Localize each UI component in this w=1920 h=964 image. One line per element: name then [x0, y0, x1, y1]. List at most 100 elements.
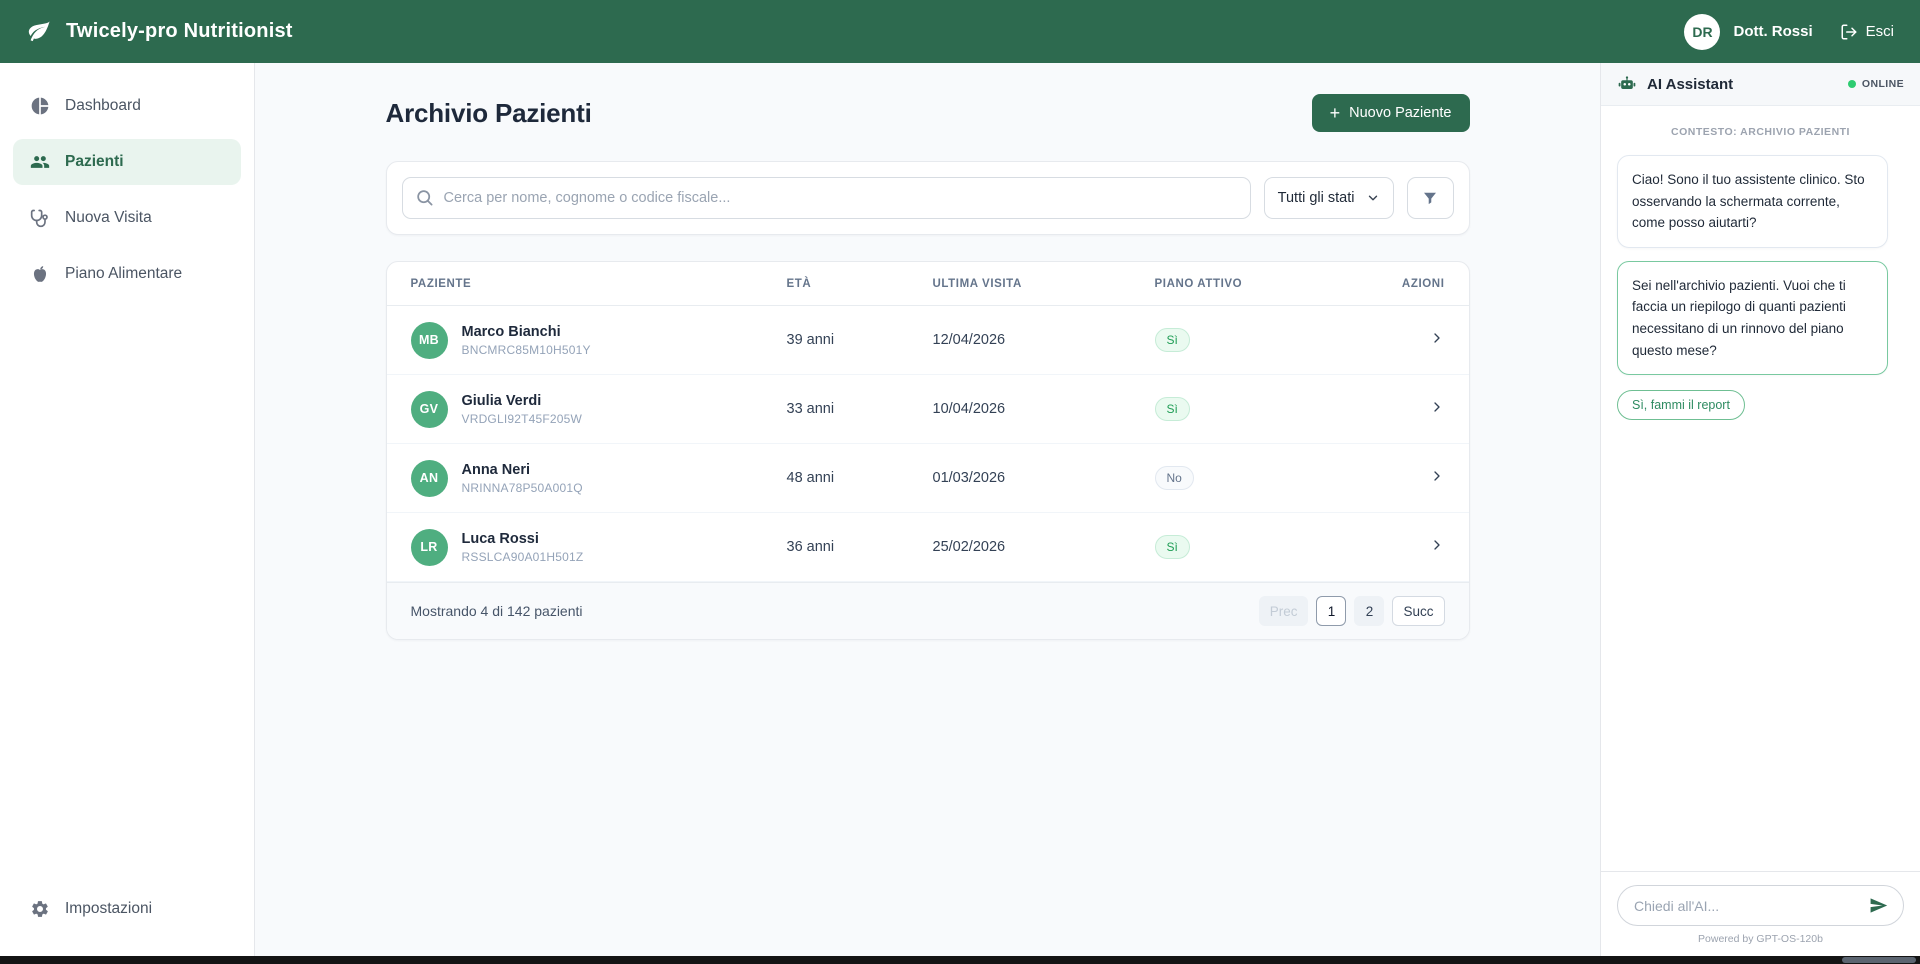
patient-name: Anna Neri	[462, 462, 583, 478]
logout-button[interactable]: Esci	[1840, 23, 1894, 41]
page-button-2[interactable]: 2	[1354, 596, 1384, 626]
table-header: PAZIENTE ETÀ ULTIMA VISITA PIANO ATTIVO …	[387, 262, 1469, 306]
leaf-icon	[26, 18, 53, 45]
table-rows: MB Marco Bianchi BNCMRC85M10H501Y 39 ann…	[387, 306, 1469, 582]
patient-fiscal-code: RSSLCA90A01H501Z	[462, 550, 584, 564]
page-title: Archivio Pazienti	[386, 98, 592, 129]
table-row[interactable]: MB Marco Bianchi BNCMRC85M10H501Y 39 ann…	[387, 306, 1469, 375]
patient-fiscal-code: NRINNA78P50A001Q	[462, 481, 583, 495]
patient-last-visit: 10/04/2026	[933, 401, 1155, 417]
sidebar-item-label: Pazienti	[65, 153, 124, 171]
new-patient-button[interactable]: + Nuovo Paziente	[1312, 94, 1470, 132]
sidebar-item-piano-alimentare[interactable]: Piano Alimentare	[13, 251, 241, 297]
scrollbar-thumb[interactable]	[1842, 957, 1916, 963]
chevron-right-icon	[1429, 333, 1445, 350]
row-action[interactable]	[1335, 399, 1445, 420]
col-header-azioni: AZIONI	[1335, 278, 1445, 290]
page-button-1[interactable]: 1	[1316, 596, 1346, 626]
ai-assistant-panel: AI Assistant ONLINE CONTESTO: ARCHIVIO P…	[1600, 63, 1920, 956]
ai-input-area: Powered by GPT-OS-120b	[1601, 871, 1920, 956]
brand-title: Twicely-pro Nutritionist	[66, 20, 293, 43]
col-header-ultima-visita: ULTIMA VISITA	[933, 278, 1155, 290]
page-button-succ[interactable]: Succ	[1392, 596, 1444, 626]
patients-table: PAZIENTE ETÀ ULTIMA VISITA PIANO ATTIVO …	[386, 261, 1470, 640]
sidebar-spacer	[13, 307, 241, 886]
plan-active-badge: Sì	[1155, 535, 1190, 559]
patient-age: 48 anni	[787, 470, 933, 486]
logout-label: Esci	[1866, 23, 1894, 40]
sidebar-item-label: Impostazioni	[65, 900, 152, 918]
app-root: Twicely-pro Nutritionist DR Dott. Rossi …	[0, 0, 1920, 964]
search-box	[402, 177, 1251, 219]
pie-chart-icon	[30, 96, 50, 116]
stethoscope-icon	[30, 208, 50, 228]
col-header-piano-attivo: PIANO ATTIVO	[1155, 278, 1335, 290]
users-icon	[30, 152, 50, 172]
sidebar-item-nuova-visita[interactable]: Nuova Visita	[13, 195, 241, 241]
ai-title-group: AI Assistant	[1617, 74, 1733, 94]
table-row[interactable]: GV Giulia Verdi VRDGLI92T45F205W 33 anni…	[387, 375, 1469, 444]
results-summary: Mostrando 4 di 142 pazienti	[411, 603, 583, 619]
online-label: ONLINE	[1862, 78, 1904, 90]
patient-avatar: MB	[411, 322, 448, 359]
plan-active-badge: Sì	[1155, 397, 1190, 421]
send-icon[interactable]	[1869, 896, 1888, 915]
search-input[interactable]	[402, 177, 1251, 219]
sidebar-item-pazienti[interactable]: Pazienti	[13, 139, 241, 185]
topbar: Twicely-pro Nutritionist DR Dott. Rossi …	[0, 0, 1920, 63]
ai-chat-input[interactable]	[1617, 885, 1904, 926]
ai-title: AI Assistant	[1647, 76, 1733, 93]
plus-icon: +	[1330, 104, 1341, 122]
ai-context-label: CONTESTO: ARCHIVIO PAZIENTI	[1617, 126, 1904, 138]
chevron-down-icon	[1366, 191, 1380, 205]
patient-cell: LR Luca Rossi RSSLCA90A01H501Z	[411, 529, 787, 566]
patient-fiscal-code: VRDGLI92T45F205W	[462, 412, 583, 426]
sidebar-item-impostazioni[interactable]: Impostazioni	[13, 886, 241, 932]
col-header-eta: ETÀ	[787, 278, 933, 290]
page-button-prec[interactable]: Prec	[1259, 596, 1309, 626]
sidebar: Dashboard Pazienti Nuova Visita Piano Al…	[0, 63, 255, 956]
user-area: DR Dott. Rossi Esci	[1684, 14, 1894, 50]
patient-name: Giulia Verdi	[462, 393, 583, 409]
funnel-icon	[1421, 189, 1439, 207]
sidebar-item-label: Piano Alimentare	[65, 265, 182, 283]
ai-messages: Ciao! Sono il tuo assistente clinico. St…	[1617, 155, 1904, 388]
row-action[interactable]	[1335, 330, 1445, 351]
filter-button[interactable]	[1407, 177, 1454, 219]
search-icon	[415, 188, 434, 207]
sidebar-item-dashboard[interactable]: Dashboard	[13, 83, 241, 129]
patient-age: 36 anni	[787, 539, 933, 555]
status-filter-value: Tutti gli stati	[1278, 190, 1355, 206]
col-header-paziente: PAZIENTE	[411, 278, 787, 290]
search-card: Tutti gli stati	[386, 161, 1470, 235]
table-row[interactable]: AN Anna Neri NRINNA78P50A001Q 48 anni 01…	[387, 444, 1469, 513]
patient-cell: MB Marco Bianchi BNCMRC85M10H501Y	[411, 322, 787, 359]
sidebar-item-label: Nuova Visita	[65, 209, 152, 227]
user-name: Dott. Rossi	[1733, 23, 1812, 40]
patient-last-visit: 25/02/2026	[933, 539, 1155, 555]
patient-name: Luca Rossi	[462, 531, 584, 547]
sidebar-item-label: Dashboard	[65, 97, 141, 115]
chevron-right-icon	[1429, 540, 1445, 557]
apple-icon	[30, 264, 50, 284]
patient-cell: GV Giulia Verdi VRDGLI92T45F205W	[411, 391, 787, 428]
logout-icon	[1840, 23, 1858, 41]
patient-fiscal-code: BNCMRC85M10H501Y	[462, 343, 591, 357]
powered-by-label: Powered by GPT-OS-120b	[1617, 926, 1904, 953]
ai-chat-body: CONTESTO: ARCHIVIO PAZIENTI Ciao! Sono i…	[1601, 106, 1920, 871]
row-action[interactable]	[1335, 468, 1445, 489]
patient-avatar: GV	[411, 391, 448, 428]
row-action[interactable]	[1335, 537, 1445, 558]
patient-avatar: LR	[411, 529, 448, 566]
chevron-right-icon	[1429, 471, 1445, 488]
status-filter-select[interactable]: Tutti gli stati	[1264, 177, 1394, 219]
ai-suggestion-chip[interactable]: Sì, fammi il report	[1617, 390, 1745, 420]
table-row[interactable]: LR Luca Rossi RSSLCA90A01H501Z 36 anni 2…	[387, 513, 1469, 582]
patient-cell: AN Anna Neri NRINNA78P50A001Q	[411, 460, 787, 497]
patient-age: 39 anni	[787, 332, 933, 348]
patient-age: 33 anni	[787, 401, 933, 417]
brand: Twicely-pro Nutritionist	[26, 18, 293, 45]
plan-active-badge: No	[1155, 466, 1194, 490]
robot-icon	[1617, 74, 1637, 94]
main-content: Archivio Pazienti + Nuovo Paziente Tutti…	[255, 63, 1600, 956]
